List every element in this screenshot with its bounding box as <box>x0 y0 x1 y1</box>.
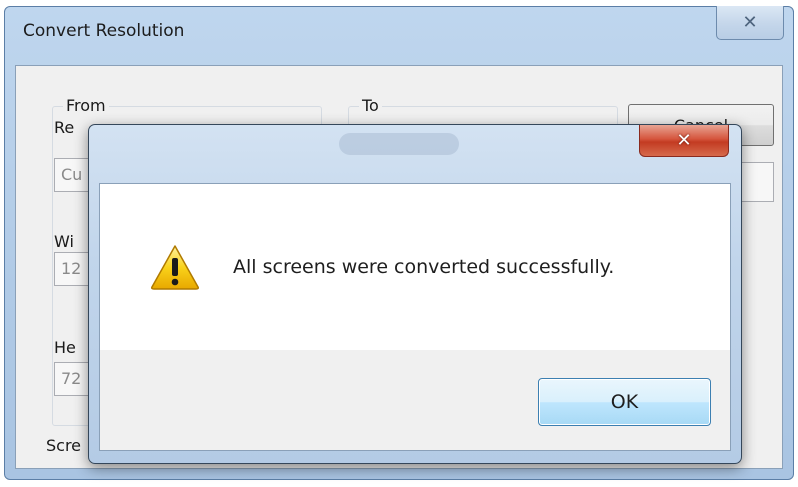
message-dialog: ✕ All screens were converted successfull… <box>88 124 742 464</box>
dialog-title-bar <box>339 133 459 155</box>
screens-label: Scre <box>46 436 82 455</box>
resolution-label: Re <box>54 118 75 137</box>
to-group-legend: To <box>359 96 382 115</box>
dialog-close-button[interactable]: ✕ <box>639 125 729 157</box>
width-label: Wi <box>54 232 74 251</box>
ok-button-label: OK <box>610 391 639 413</box>
dialog-message: All screens were converted successfully. <box>233 256 615 278</box>
height-label: He <box>54 338 76 357</box>
close-icon: ✕ <box>742 12 758 33</box>
dialog-message-area: All screens were converted successfully. <box>100 184 730 350</box>
from-group-legend: From <box>63 96 109 115</box>
window-close-button[interactable]: ✕ <box>716 6 784 40</box>
dialog-client-area: All screens were converted successfully.… <box>99 183 731 451</box>
ok-button[interactable]: OK <box>538 378 711 426</box>
close-icon: ✕ <box>676 130 692 151</box>
warning-icon <box>151 245 199 290</box>
window-title: Convert Resolution <box>23 21 185 41</box>
